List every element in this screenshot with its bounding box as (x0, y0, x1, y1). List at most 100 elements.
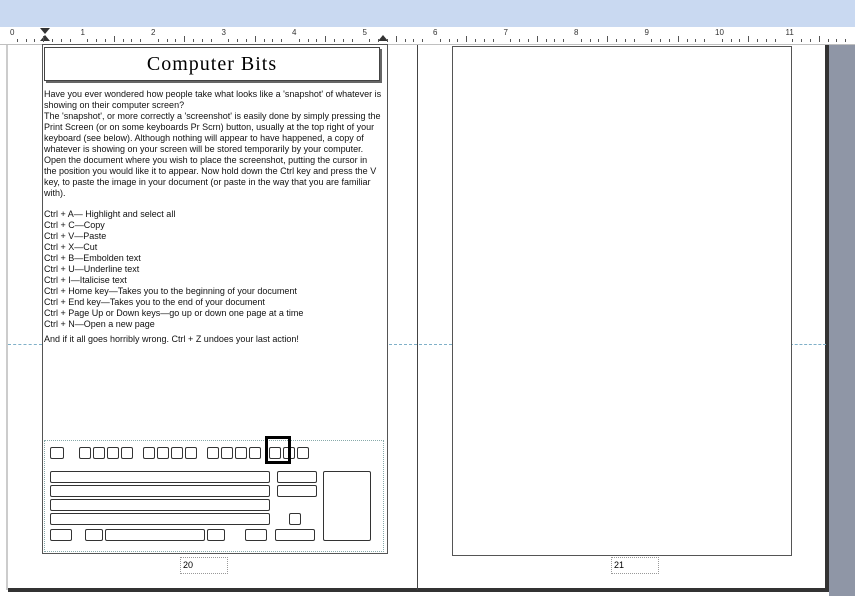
key (171, 447, 183, 459)
ruler-tick (801, 39, 803, 42)
ruler-tick (369, 39, 371, 42)
key-alt (85, 529, 103, 541)
ruler-tick (281, 39, 283, 42)
ruler-tick (342, 39, 344, 42)
ruler-tick (818, 36, 820, 42)
ruler-tick (748, 36, 750, 42)
keyboard-image[interactable] (44, 440, 384, 552)
page-title: Computer Bits (146, 53, 278, 75)
left-indent-marker[interactable] (40, 35, 50, 41)
ruler-tick (16, 39, 18, 42)
shortcut-line: Ctrl + Page Up or Down keys—go up or dow… (44, 308, 304, 318)
ruler-tick (140, 39, 142, 42)
ruler-tick (113, 36, 115, 42)
right-page-frame[interactable] (452, 46, 792, 556)
ruler-tick (677, 36, 679, 42)
ruler-tick (157, 39, 159, 42)
ruler-tick (237, 39, 239, 42)
ruler-tick (757, 39, 759, 42)
ruler-tick (519, 39, 521, 42)
ruler-number: 9 (644, 28, 649, 37)
shortcut-line: Ctrl + B—Embolden text (44, 253, 141, 263)
key (143, 447, 155, 459)
page-shadow (825, 45, 829, 590)
key-ctrl (245, 529, 267, 541)
shortcut-line: Ctrl + N—Open a new page (44, 319, 155, 329)
ruler-tick (730, 39, 732, 42)
key (221, 447, 233, 459)
ruler-tick (624, 39, 626, 42)
horizontal-ruler[interactable]: 0 1 2 3 4 5 6 7 8 9 10 11 (0, 27, 855, 45)
page-number-right[interactable]: 21 (611, 557, 659, 574)
ruler-number: 3 (221, 28, 226, 37)
key-nav-top (277, 471, 317, 483)
ruler-tick (457, 39, 459, 42)
ruler-tick (668, 39, 670, 42)
ruler-tick (536, 36, 538, 42)
key-space (105, 529, 205, 541)
ruler-tick (721, 39, 723, 42)
ruler-tick (492, 39, 494, 42)
print-screen-highlight (265, 436, 291, 464)
ruler-tick (580, 39, 582, 42)
ruler-tick (395, 36, 397, 42)
ruler-tick (298, 39, 300, 42)
ruler-tick (334, 39, 336, 42)
toolbar-strip (0, 0, 855, 27)
key (235, 447, 247, 459)
guide-line (8, 344, 42, 345)
ruler-tick (272, 39, 274, 42)
ruler-tick (483, 39, 485, 42)
ruler-tick (616, 39, 618, 42)
key (121, 447, 133, 459)
ruler-number: 7 (503, 28, 508, 37)
ruler-tick (245, 39, 247, 42)
ruler-number: 6 (433, 28, 438, 37)
page-shadow-bottom (8, 588, 829, 592)
title-box[interactable]: Computer Bits (44, 47, 380, 81)
ruler-tick (52, 39, 54, 42)
ruler-tick (475, 39, 477, 42)
ruler-tick (510, 39, 512, 42)
ruler-tick (184, 36, 186, 42)
article-text-frame[interactable]: Have you ever wondered how people take w… (44, 89, 382, 345)
key-arrow-up (289, 513, 301, 525)
key (297, 447, 309, 459)
ruler-tick (695, 39, 697, 42)
ruler-tick (34, 39, 36, 42)
key (107, 447, 119, 459)
ruler-tick (228, 39, 230, 42)
ruler-tick (25, 39, 27, 42)
first-line-indent-marker[interactable] (40, 28, 50, 34)
ruler-tick (422, 39, 424, 42)
ruler-tick (307, 39, 309, 42)
shortcut-line: Ctrl + V—Paste (44, 231, 107, 241)
ruler-number: 5 (362, 28, 367, 37)
ruler-tick (60, 39, 62, 42)
ruler-tick (651, 39, 653, 42)
key (79, 447, 91, 459)
key-altgr (207, 529, 225, 541)
ruler-tick (96, 39, 98, 42)
ruler-tick (660, 39, 662, 42)
ruler-tick (739, 39, 741, 42)
key-row-qwerty (50, 485, 270, 497)
ruler-number: 4 (292, 28, 297, 37)
ruler-tick (104, 39, 106, 42)
page-number-left[interactable]: 20 (180, 557, 228, 574)
ruler-number: 0 (10, 28, 15, 37)
shortcut-line: Ctrl + X—Cut (44, 242, 98, 252)
key-esc (50, 447, 64, 459)
ruler-number: 8 (574, 28, 579, 37)
shortcut-line: Ctrl + U—Underline text (44, 264, 140, 274)
ruler-tick (448, 39, 450, 42)
ruler-tick (589, 39, 591, 42)
ruler-tick (69, 39, 71, 42)
intro-paragraph: Have you ever wondered how people take w… (44, 89, 382, 110)
ruler-tick (351, 39, 353, 42)
shortcut-line: Ctrl + Home key—Takes you to the beginni… (44, 286, 297, 296)
ruler-tick (809, 39, 811, 42)
page-divider (417, 45, 418, 590)
ruler-tick (765, 39, 767, 42)
body-paragraph: The 'snapshot', or more correctly a 'scr… (44, 111, 381, 198)
